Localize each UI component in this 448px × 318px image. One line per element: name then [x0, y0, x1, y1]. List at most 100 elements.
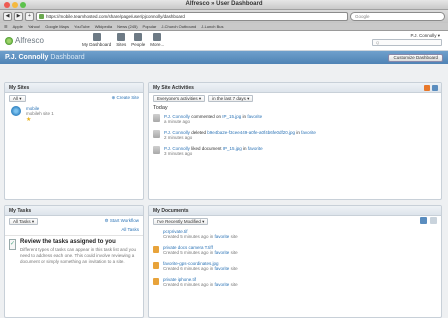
bookmarks-bar: ☰ Apple Yahoo! Google Maps YouTube Wikip… — [0, 23, 448, 31]
bookmark-item[interactable]: Google Maps — [45, 24, 69, 29]
document-meta-suffix: site — [230, 250, 238, 255]
document-icon — [153, 278, 159, 285]
document-item: private iphone.tif Created 6 minutes ago… — [149, 274, 441, 290]
browser-window: Alfresco » User Dashboard ◀ ▶ + https://… — [0, 0, 448, 318]
bookmark-item[interactable]: Apple — [13, 24, 23, 29]
object-link[interactable]: IP_15.jpg — [223, 146, 242, 151]
document-item: favorite-gps-coordinates.jpg Created 6 m… — [149, 258, 441, 274]
address-bar[interactable]: https://mobile.teamhosted.com/share/page… — [36, 12, 348, 21]
nav-more[interactable]: More... — [150, 33, 164, 47]
logo-text: Alfresco — [15, 36, 44, 45]
site-link[interactable]: favorite — [248, 146, 263, 151]
nav-sites[interactable]: Sites — [116, 33, 126, 47]
more-icon — [153, 33, 162, 41]
document-meta-suffix: site — [230, 266, 238, 271]
activity-item: P.J. Connolly liked document IP_15.jpg i… — [149, 143, 441, 159]
document-icon — [153, 230, 159, 237]
favorite-star-icon[interactable]: ★ — [26, 116, 54, 123]
dashboard-title-bar: P.J. Connolly Dashboard Customize Dashbo… — [0, 51, 448, 64]
document-meta: Created 5 minutes ago in — [163, 250, 214, 255]
site-link[interactable]: favorite — [215, 234, 230, 239]
document-meta-suffix: site — [230, 282, 238, 287]
page-title: P.J. Connolly Dashboard — [5, 54, 85, 61]
document-meta: Created 6 minutes ago in — [163, 282, 214, 287]
today-heading: Today — [153, 105, 168, 111]
dashlet-title: My Tasks — [5, 206, 143, 216]
activity-time: 3 minutes ago — [164, 151, 193, 156]
app-nav: My Dashboard Sites People More... — [82, 33, 164, 47]
site-link[interactable]: favorite — [215, 282, 230, 287]
site-link[interactable]: favorite — [215, 250, 230, 255]
bookmark-item[interactable]: Popular — [143, 24, 157, 29]
review-tasks-text: Different types of tasks can appear in t… — [20, 247, 137, 264]
activity-item: P.J. Connolly commented on IP_15.jpg in … — [149, 111, 441, 127]
document-meta: Created 6 minutes ago in — [163, 266, 214, 271]
my-sites-dashlet: My Sites All ▾ ⊕ Create Site mobile mobi… — [4, 82, 144, 200]
simple-view-icon[interactable] — [430, 217, 437, 224]
dashlet-title: My Documents — [149, 206, 441, 216]
checklist-icon: ✓ — [9, 239, 17, 250]
all-tasks-link[interactable]: All Tasks — [5, 226, 143, 235]
avatar — [153, 146, 160, 154]
tasks-empty-panel: ✓ Review the tasks assigned to you Diffe… — [5, 235, 143, 268]
review-tasks-heading: Review the tasks assigned to you — [20, 239, 116, 245]
object-link[interactable]: b9e4ba2e-f3cee449-a0fe-a0f4b6fe0df20.jpg — [207, 130, 295, 135]
forward-button[interactable]: ▶ — [14, 12, 23, 21]
bookmark-item[interactable]: J-Church Outbound — [161, 24, 196, 29]
activity-verb: deleted — [191, 130, 206, 135]
activity-item: P.J. Connolly deleted b9e4ba2e-f3cee449-… — [149, 127, 441, 143]
app-search-input[interactable]: Q — [372, 39, 442, 46]
activity-prep: in — [243, 146, 247, 151]
back-button[interactable]: ◀ — [3, 12, 12, 21]
site-link[interactable]: favorite — [247, 114, 262, 119]
address-text: https://mobile.teamhosted.com/share/page… — [46, 14, 185, 19]
add-bookmark-button[interactable]: + — [25, 12, 34, 21]
activity-verb: liked document — [191, 146, 222, 151]
tasks-filter-dropdown[interactable]: All Tasks ▾ — [9, 217, 39, 225]
customize-dashboard-button[interactable]: Customize Dashboard — [388, 54, 443, 62]
detailed-view-icon[interactable] — [420, 217, 427, 224]
avatar — [153, 130, 160, 138]
my-documents-dashlet: My Documents I've Recently Modified ▾ pc… — [148, 205, 442, 318]
activity-verb: commented on — [191, 114, 221, 119]
nav-my-dashboard[interactable]: My Dashboard — [82, 33, 111, 47]
sites-icon — [117, 33, 126, 41]
site-link[interactable]: favorite — [301, 130, 316, 135]
bookmark-item[interactable]: YouTube — [74, 24, 90, 29]
rss-icon[interactable] — [424, 85, 430, 91]
activities-user-filter[interactable]: Everyone's activities ▾ — [153, 94, 206, 102]
site-entry[interactable]: mobile mobileh site 1 ★ — [5, 103, 143, 126]
bookmark-item[interactable]: J-Lunch Bus — [201, 24, 223, 29]
bookmark-item[interactable]: Yahoo! — [28, 24, 40, 29]
document-meta-suffix: site — [230, 234, 238, 239]
window-titlebar: Alfresco » User Dashboard — [0, 0, 448, 10]
bookmark-item[interactable]: News (245) — [117, 24, 137, 29]
bookmark-item[interactable]: Wikipedia — [95, 24, 112, 29]
help-icon[interactable] — [432, 85, 438, 91]
globe-icon — [11, 106, 21, 116]
window-title: Alfresco » User Dashboard — [185, 1, 263, 7]
browser-search-input[interactable]: Google — [350, 12, 445, 21]
alfresco-logo[interactable]: Alfresco — [5, 36, 44, 45]
site-favicon-icon — [39, 14, 44, 19]
document-item: private docs camera T.tiff Created 5 min… — [149, 242, 441, 258]
document-meta: Created 5 minutes ago in — [163, 234, 214, 239]
create-site-link[interactable]: ⊕ Create Site — [111, 95, 139, 101]
bookmarks-icon[interactable]: ☰ — [4, 24, 8, 29]
dashlet-title: My Sites — [5, 83, 143, 93]
start-workflow-link[interactable]: ⚙ Start Workflow — [105, 218, 140, 224]
object-link[interactable]: IP_15.jpg — [222, 114, 241, 119]
dashboard-icon — [92, 33, 101, 41]
activity-prep: in — [242, 114, 247, 119]
documents-filter-dropdown[interactable]: I've Recently Modified ▾ — [153, 217, 209, 225]
site-link[interactable]: favorite — [215, 266, 230, 271]
activity-time: 2 minutes ago — [164, 135, 193, 140]
activity-time: a minute ago — [164, 119, 191, 124]
browser-toolbar: ◀ ▶ + https://mobile.teamhosted.com/shar… — [0, 10, 448, 23]
nav-people[interactable]: People — [131, 33, 145, 47]
document-icon — [153, 246, 159, 253]
activities-range-filter[interactable]: in the last 7 days ▾ — [208, 94, 254, 102]
people-icon — [134, 33, 143, 41]
sites-filter-dropdown[interactable]: All ▾ — [9, 94, 26, 102]
alfresco-logo-icon — [5, 36, 13, 45]
